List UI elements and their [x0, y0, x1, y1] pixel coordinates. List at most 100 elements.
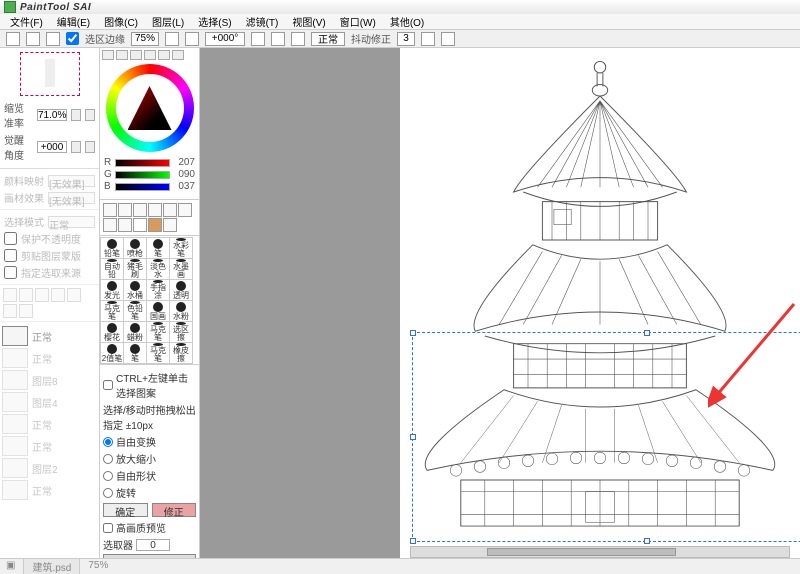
layer-row[interactable]: 图层2 [2, 458, 97, 478]
layer-row[interactable]: 正常 [2, 436, 97, 456]
transform-cancel-button[interactable]: 修正 [152, 503, 197, 517]
transform-ok-button[interactable]: 确定 [103, 503, 148, 517]
misc-b-icon[interactable] [441, 32, 455, 46]
brush-slot[interactable]: 国画 [146, 300, 170, 322]
grid-toggle-icon[interactable] [165, 32, 179, 46]
brush-slot[interactable]: 透明 [169, 279, 193, 301]
flip-h-icon[interactable] [291, 32, 305, 46]
transform-bounding-box[interactable] [412, 332, 800, 542]
menu-file[interactable]: 文件(F) [4, 13, 49, 30]
handle-w[interactable] [410, 434, 416, 440]
menu-other[interactable]: 其他(O) [384, 13, 430, 30]
brush-slot[interactable]: 水粉 [169, 300, 193, 322]
scrollbar-thumb[interactable] [487, 548, 676, 556]
fg-swatch-icon[interactable] [133, 218, 147, 232]
eyedropper-tool-icon[interactable] [118, 218, 132, 232]
handle-sw[interactable] [410, 538, 416, 544]
rot-down-icon[interactable] [85, 141, 95, 153]
transparent-swatch-icon[interactable] [163, 218, 177, 232]
brush-slot[interactable]: 马克笔 [146, 342, 170, 364]
blend-mode-field[interactable]: 正常 [311, 32, 345, 46]
rotate-tool-icon[interactable] [178, 203, 192, 217]
angle-step-icon[interactable] [251, 32, 265, 46]
brush-slot[interactable]: 马克笔 [100, 300, 124, 322]
brush-slot[interactable]: 手指涂 [146, 279, 170, 301]
hsv-slider-tab-icon[interactable] [130, 50, 142, 60]
brush-slot[interactable]: 铅笔 [100, 237, 124, 259]
layer-row[interactable]: 正常 [2, 326, 97, 346]
layer-blend-select[interactable]: 正常 [48, 216, 95, 228]
edgecut-value[interactable]: 75% [131, 32, 159, 46]
scratchpad-tab-icon[interactable] [172, 50, 184, 60]
document-tab[interactable]: 建筑.psd [23, 558, 80, 574]
stabilizer-value[interactable]: 3 [397, 32, 415, 46]
texture-select[interactable]: [无效果] [48, 192, 95, 204]
menu-edit[interactable]: 编辑(E) [51, 13, 96, 30]
canvas-angle-field[interactable]: +000° [205, 32, 245, 46]
color-wheel-tab-icon[interactable] [102, 50, 114, 60]
flip-h-button[interactable]: 水平翻转 [103, 554, 196, 558]
menu-view[interactable]: 视图(V) [286, 13, 331, 30]
duplicate-layer-icon[interactable] [67, 288, 81, 302]
layer-row[interactable]: 正常 [2, 414, 97, 434]
brush-slot[interactable]: 色铅笔 [123, 300, 147, 322]
lasso-tool-icon[interactable] [118, 203, 132, 217]
snap-toggle-icon[interactable] [185, 32, 199, 46]
brush-slot[interactable]: 水桶 [123, 279, 147, 301]
move-tool-icon[interactable] [148, 203, 162, 217]
delete-layer-icon[interactable] [19, 304, 33, 318]
layer-row[interactable]: 图层8 [2, 370, 97, 390]
brush-slot[interactable]: 水墨画 [169, 258, 193, 280]
canvas[interactable] [400, 48, 800, 558]
select-rect-tool-icon[interactable] [103, 203, 117, 217]
rot-value[interactable]: +000 [37, 141, 67, 153]
menu-image[interactable]: 图像(C) [98, 13, 144, 30]
clip-mask-checkbox[interactable] [4, 249, 17, 262]
brush-slot[interactable]: 蜡粉 [123, 321, 147, 343]
selector-value[interactable]: 0 [136, 539, 170, 551]
new-layer-icon[interactable] [3, 288, 17, 302]
b-slider[interactable] [115, 183, 170, 191]
brush-slot[interactable]: 水彩笔 [169, 237, 193, 259]
brush-slot[interactable]: 自动铅 [100, 258, 124, 280]
layer-row[interactable]: 正常 [2, 348, 97, 368]
brush-slot[interactable]: 樱花 [100, 321, 124, 343]
zoom-down-icon[interactable] [85, 109, 95, 121]
grayscale-tab-icon[interactable] [144, 50, 156, 60]
protect-opacity-checkbox[interactable] [4, 232, 17, 245]
brush-slot[interactable]: 猪毛刷 [123, 258, 147, 280]
menu-window[interactable]: 窗口(W) [334, 13, 382, 30]
swatches-tab-icon[interactable] [158, 50, 170, 60]
handle-nw[interactable] [410, 330, 416, 336]
mode-rotate-radio[interactable] [103, 488, 113, 498]
brush-slot[interactable]: 马克笔 [146, 321, 170, 343]
edgecut-checkbox[interactable] [66, 32, 79, 45]
handle-s[interactable] [644, 538, 650, 544]
brush-slot[interactable]: 2值笔 [100, 342, 124, 364]
r-slider[interactable] [115, 159, 170, 167]
brush-slot[interactable]: 选区擦 [169, 321, 193, 343]
brush-slot[interactable]: 淡色水 [146, 258, 170, 280]
new-folder-icon[interactable] [35, 288, 49, 302]
layer-row[interactable]: 图层4 [2, 392, 97, 412]
mode-free-radio[interactable] [103, 437, 113, 447]
menu-filter[interactable]: 滤镜(T) [240, 13, 285, 30]
brush-slot[interactable]: 橡皮擦 [169, 342, 193, 364]
brush-slot[interactable]: 笔 [146, 237, 170, 259]
new-vector-layer-icon[interactable] [19, 288, 33, 302]
hand-tool-icon[interactable] [103, 218, 117, 232]
brush-slot[interactable]: 笔 [123, 342, 147, 364]
select-source-checkbox[interactable] [4, 266, 17, 279]
merge-down-icon[interactable] [51, 288, 65, 302]
layer-row[interactable]: 正常 [2, 480, 97, 500]
paint-mapping-select[interactable]: [无效果] [48, 175, 95, 187]
rot-up-icon[interactable] [71, 141, 81, 153]
canvas-h-scrollbar[interactable] [410, 546, 790, 558]
sel-mode-sub-icon[interactable] [46, 32, 60, 46]
zoom-value[interactable]: 71.0% [37, 109, 67, 121]
ctrl-click-checkbox[interactable] [103, 380, 113, 390]
reset-angle-icon[interactable] [271, 32, 285, 46]
magic-wand-tool-icon[interactable] [133, 203, 147, 217]
handle-n[interactable] [644, 330, 650, 336]
brush-slot[interactable]: 喷枪 [123, 237, 147, 259]
